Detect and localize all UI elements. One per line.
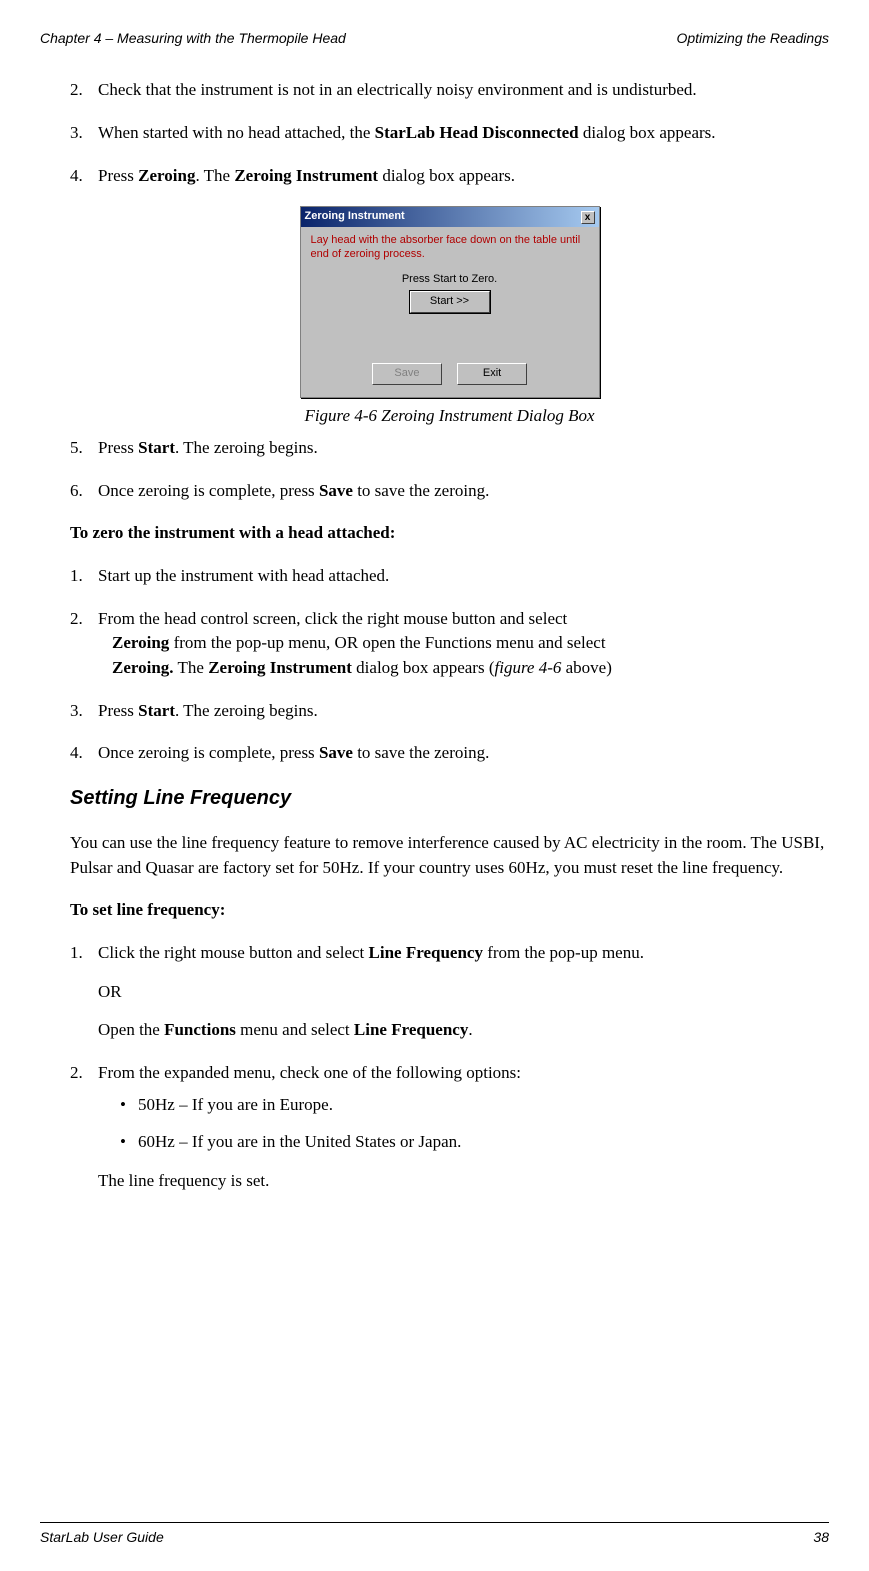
list-text: Start up the instrument with head attach… — [98, 564, 829, 589]
list-item: 5. Press Start. The zeroing begins. — [70, 436, 829, 461]
list-number: 6. — [70, 479, 83, 504]
dialog-titlebar: Zeroing Instrument x — [301, 207, 599, 227]
list-text: From the expanded menu, check one of the… — [98, 1061, 829, 1194]
figure-zeroing-dialog: Zeroing Instrument x Lay head with the a… — [70, 206, 829, 397]
bullet-list: 50Hz – If you are in Europe. 60Hz – If y… — [98, 1093, 829, 1154]
list-number: 4. — [70, 741, 83, 766]
close-icon[interactable]: x — [581, 211, 595, 224]
list-item: 3. Press Start. The zeroing begins. — [70, 699, 829, 724]
dialog-zeroing-instrument: Zeroing Instrument x Lay head with the a… — [300, 206, 600, 397]
list-text: Once zeroing is complete, press Save to … — [98, 479, 829, 504]
list-item: 4. Press Zeroing. The Zeroing Instrument… — [70, 164, 829, 189]
list-item: 2. Check that the instrument is not in a… — [70, 78, 829, 103]
footer-right: 38 — [813, 1527, 829, 1547]
bullet-item: 50Hz – If you are in Europe. — [98, 1093, 829, 1118]
list-text: When started with no head attached, the … — [98, 121, 829, 146]
list-number: 4. — [70, 164, 83, 189]
list-number: 3. — [70, 121, 83, 146]
list-number: 2. — [70, 1061, 83, 1086]
dialog-message: Lay head with the absorber face down on … — [311, 233, 589, 262]
list-4: 1. Click the right mouse button and sele… — [70, 941, 829, 1193]
figure-caption: Figure 4-6 Zeroing Instrument Dialog Box — [70, 404, 829, 429]
dialog-body: Lay head with the absorber face down on … — [301, 227, 599, 396]
list-item: 4. Once zeroing is complete, press Save … — [70, 741, 829, 766]
list-item: 1. Start up the instrument with head att… — [70, 564, 829, 589]
exit-button[interactable]: Exit — [457, 363, 527, 385]
list-item: 6. Once zeroing is complete, press Save … — [70, 479, 829, 504]
closing-text: The line frequency is set. — [98, 1171, 269, 1190]
list-item: 1. Click the right mouse button and sele… — [70, 941, 829, 1043]
list-text: Press Start. The zeroing begins. — [98, 436, 829, 461]
paragraph: You can use the line frequency feature t… — [70, 831, 829, 880]
subheading-zero-with-head: To zero the instrument with a head attac… — [70, 521, 829, 546]
page-header: Chapter 4 – Measuring with the Thermopil… — [40, 28, 829, 48]
list-number: 2. — [70, 607, 83, 632]
page-footer: StarLab User Guide 38 — [40, 1522, 829, 1547]
list-text: Once zeroing is complete, press Save to … — [98, 741, 829, 766]
list-item: 2. From the expanded menu, check one of … — [70, 1061, 829, 1194]
list-number: 5. — [70, 436, 83, 461]
list-text: Press Zeroing. The Zeroing Instrument di… — [98, 164, 829, 189]
list-number: 2. — [70, 78, 83, 103]
list-item: 2. From the head control screen, click t… — [70, 607, 829, 681]
start-button[interactable]: Start >> — [410, 291, 490, 313]
dialog-start-label: Press Start to Zero. — [311, 272, 589, 288]
header-left: Chapter 4 – Measuring with the Thermopil… — [40, 28, 346, 48]
dialog-title: Zeroing Instrument — [305, 209, 405, 225]
list-number: 1. — [70, 564, 83, 589]
list-text: Press Start. The zeroing begins. — [98, 699, 829, 724]
subheading-set-line-frequency: To set line frequency: — [70, 898, 829, 923]
heading-line-frequency: Setting Line Frequency — [70, 784, 829, 813]
list-text: Click the right mouse button and select … — [98, 941, 829, 1043]
content: 2. Check that the instrument is not in a… — [40, 78, 829, 1193]
header-right: Optimizing the Readings — [676, 28, 829, 48]
or-text: OR — [98, 980, 829, 1005]
list-1: 2. Check that the instrument is not in a… — [70, 78, 829, 188]
list-text: From the head control screen, click the … — [98, 607, 829, 681]
footer-left: StarLab User Guide — [40, 1527, 164, 1547]
list-text: Check that the instrument is not in an e… — [98, 78, 829, 103]
list-2: 5. Press Start. The zeroing begins. 6. O… — [70, 436, 829, 503]
list-item: 3. When started with no head attached, t… — [70, 121, 829, 146]
list-3: 1. Start up the instrument with head att… — [70, 564, 829, 766]
list-number: 1. — [70, 941, 83, 966]
list-number: 3. — [70, 699, 83, 724]
save-button[interactable]: Save — [372, 363, 442, 385]
bullet-item: 60Hz – If you are in the United States o… — [98, 1130, 829, 1155]
